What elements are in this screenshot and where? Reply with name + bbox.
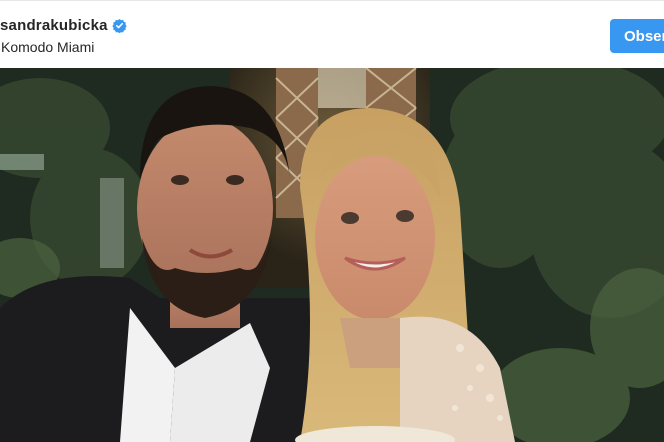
follow-button[interactable]: Obserwuj: [610, 19, 664, 53]
location-link[interactable]: Komodo Miami: [1, 39, 94, 55]
verified-badge-icon: [111, 18, 127, 33]
user-row: sandrakubicka: [0, 17, 127, 34]
post-photo[interactable]: [0, 68, 664, 442]
username-link[interactable]: sandrakubicka: [0, 17, 108, 34]
post-photo-image: [0, 68, 664, 442]
post-header: sandrakubicka Komodo Miami Obserwuj: [0, 0, 664, 68]
